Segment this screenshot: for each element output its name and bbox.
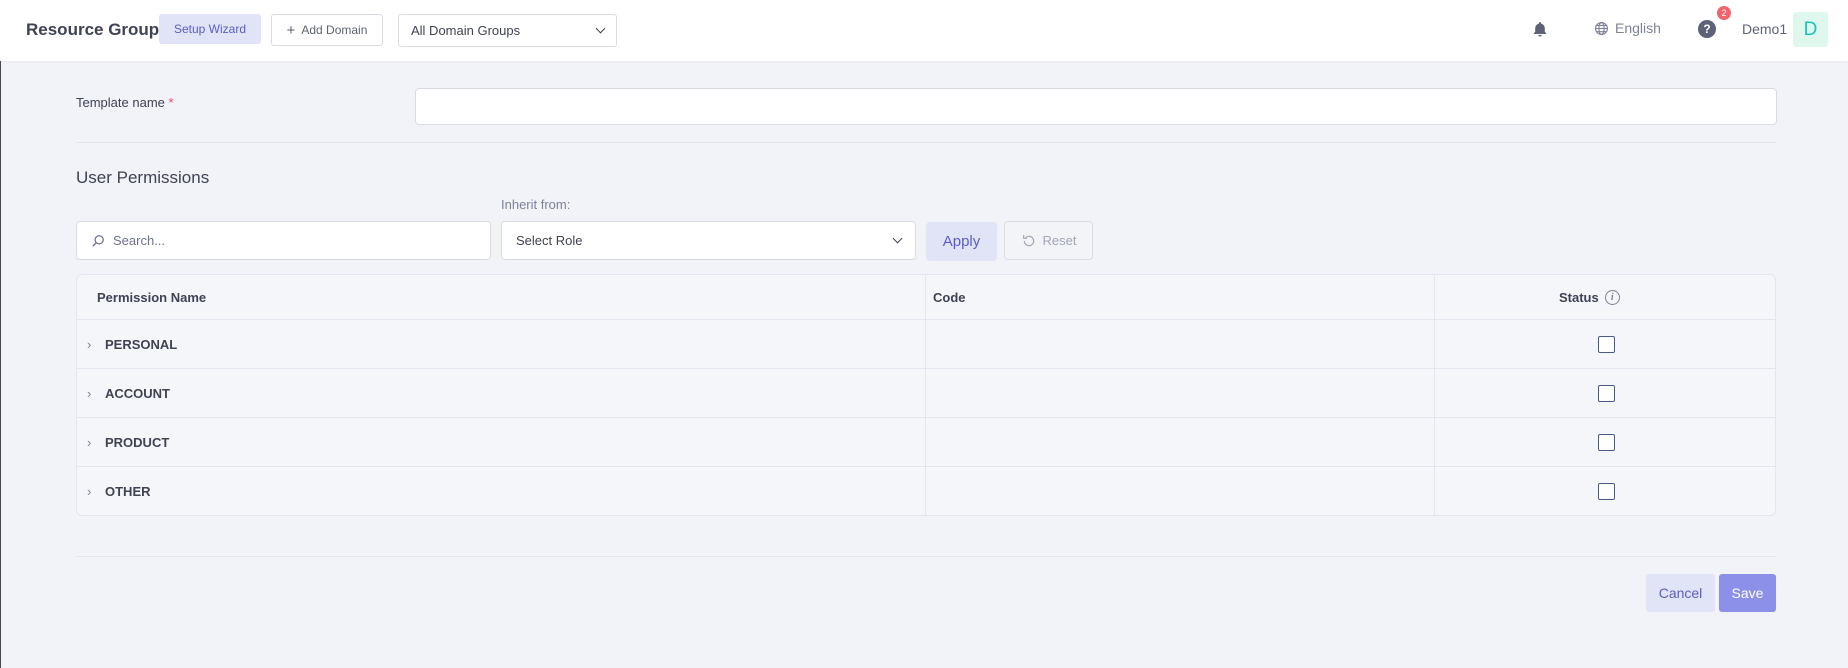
table-row: › PRODUCT bbox=[77, 418, 1775, 467]
template-name-input[interactable] bbox=[415, 88, 1777, 125]
bell-icon[interactable] bbox=[1531, 20, 1549, 39]
table-row: › PERSONAL bbox=[77, 320, 1775, 369]
status-checkbox[interactable] bbox=[1597, 335, 1615, 353]
column-header-status[interactable]: Status i bbox=[1435, 275, 1775, 319]
chevron-right-icon[interactable]: › bbox=[87, 386, 95, 401]
permission-group-name: ACCOUNT bbox=[105, 385, 170, 401]
permission-status-cell bbox=[1435, 320, 1775, 368]
page-title: Resource Groups bbox=[26, 20, 169, 39]
permission-group-name: PRODUCT bbox=[105, 434, 170, 450]
language-label: English bbox=[1615, 20, 1661, 36]
chevron-right-icon[interactable]: › bbox=[87, 484, 95, 499]
plus-icon: + bbox=[286, 21, 296, 39]
column-header-permission-name[interactable]: Permission Name bbox=[77, 275, 926, 319]
window-left-border bbox=[0, 0, 1, 668]
cancel-button[interactable]: Cancel bbox=[1646, 574, 1715, 612]
chevron-down-icon bbox=[595, 23, 606, 34]
username[interactable]: Demo1 bbox=[1742, 21, 1787, 37]
domain-group-select[interactable]: All Domain Groups bbox=[398, 14, 617, 47]
permission-group-cell: › PRODUCT bbox=[77, 418, 926, 466]
top-header: Resource Groups Setup Wizard + Add Domai… bbox=[0, 0, 1848, 61]
status-checkbox[interactable] bbox=[1597, 483, 1615, 500]
table-row: › OTHER bbox=[77, 467, 1775, 515]
avatar[interactable]: D bbox=[1793, 12, 1828, 47]
apply-button[interactable]: Apply bbox=[926, 222, 997, 261]
permissions-table: Permission Name Code Status i › PERSONAL… bbox=[76, 274, 1776, 516]
role-select-value: Select Role bbox=[516, 233, 583, 248]
permission-code-cell bbox=[926, 369, 1435, 417]
help-badge: 2 bbox=[1717, 6, 1731, 20]
permission-search-box[interactable] bbox=[76, 221, 491, 260]
permission-group-name: OTHER bbox=[105, 484, 151, 499]
globe-icon bbox=[1595, 21, 1608, 35]
required-mark: * bbox=[168, 95, 174, 110]
user-permissions-title: User Permissions bbox=[76, 168, 210, 187]
status-checkbox[interactable] bbox=[1597, 433, 1615, 451]
inherit-role-select[interactable]: Select Role bbox=[501, 221, 916, 260]
add-domain-label: Add Domain bbox=[301, 23, 368, 37]
domain-group-value: All Domain Groups bbox=[411, 23, 521, 38]
template-name-label-text: Template name bbox=[76, 95, 165, 110]
refresh-icon bbox=[1022, 234, 1034, 246]
permission-status-cell bbox=[1435, 467, 1775, 515]
permission-group-name: PERSONAL bbox=[105, 336, 178, 352]
help-icon[interactable]: ? bbox=[1698, 20, 1716, 38]
permission-status-cell bbox=[1435, 418, 1775, 466]
table-row: › ACCOUNT bbox=[77, 369, 1775, 418]
reset-label: Reset bbox=[1042, 233, 1077, 248]
column-header-code[interactable]: Code bbox=[926, 275, 1435, 319]
chevron-right-icon[interactable]: › bbox=[87, 337, 95, 352]
divider bbox=[76, 142, 1776, 143]
permission-group-cell: › PERSONAL bbox=[77, 320, 926, 368]
add-domain-button[interactable]: + Add Domain bbox=[271, 14, 383, 46]
reset-button[interactable]: Reset bbox=[1004, 221, 1093, 260]
chevron-right-icon[interactable]: › bbox=[87, 435, 95, 450]
template-name-label: Template name * bbox=[76, 95, 174, 110]
setup-wizard-button[interactable]: Setup Wizard bbox=[159, 14, 261, 44]
search-icon bbox=[92, 234, 104, 247]
table-header-row: Permission Name Code Status i bbox=[77, 275, 1775, 320]
permission-code-cell bbox=[926, 467, 1435, 515]
save-button[interactable]: Save bbox=[1719, 574, 1776, 612]
status-checkbox[interactable] bbox=[1597, 384, 1615, 402]
status-header-label: Status bbox=[1559, 289, 1599, 305]
permission-group-cell: › OTHER bbox=[77, 467, 926, 515]
permission-group-cell: › ACCOUNT bbox=[77, 369, 926, 417]
permission-code-cell bbox=[926, 320, 1435, 368]
search-input[interactable] bbox=[113, 233, 453, 248]
divider bbox=[76, 556, 1776, 557]
chevron-down-icon bbox=[892, 233, 903, 244]
inherit-from-label: Inherit from: bbox=[501, 197, 571, 212]
permission-status-cell bbox=[1435, 369, 1775, 417]
language-selector[interactable]: English bbox=[1594, 20, 1661, 36]
info-icon[interactable]: i bbox=[1604, 289, 1620, 305]
permission-code-cell bbox=[926, 418, 1435, 466]
